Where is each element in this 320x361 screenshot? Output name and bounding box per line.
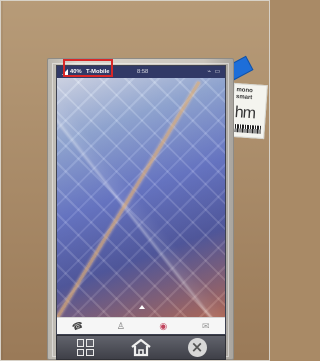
phone-icon[interactable]: ☎ (68, 318, 88, 334)
close-button[interactable]: × (183, 338, 211, 358)
app-grid-icon (76, 339, 94, 356)
label-code: hm (234, 104, 256, 123)
app-dock: ☎ ♙ ◉ ✉ (57, 317, 225, 334)
barcode-graphic (234, 124, 261, 134)
phone-screen: 40% T-Mobile 8:58 ⌁ ▭ ☎ ♙ ◉ ✉ (56, 65, 226, 335)
home-icon (131, 338, 151, 357)
close-icon: × (187, 338, 207, 357)
red-annotation-box (63, 59, 113, 77)
messages-icon[interactable]: ✉ (198, 320, 214, 334)
label-note: mono smart hm (230, 82, 268, 140)
home-wallpaper (57, 78, 225, 317)
chevron-up-icon[interactable] (139, 305, 145, 309)
status-time: 8:58 (137, 69, 149, 75)
navigation-bar: × (56, 335, 226, 360)
camera-icon[interactable]: ◉ (155, 320, 171, 334)
home-button[interactable] (127, 338, 155, 358)
contacts-icon[interactable]: ♙ (113, 320, 129, 334)
status-icons: ⌁ ▭ (207, 69, 221, 75)
app-grid-button[interactable] (71, 338, 99, 358)
label-brand: mono smart (235, 87, 253, 102)
